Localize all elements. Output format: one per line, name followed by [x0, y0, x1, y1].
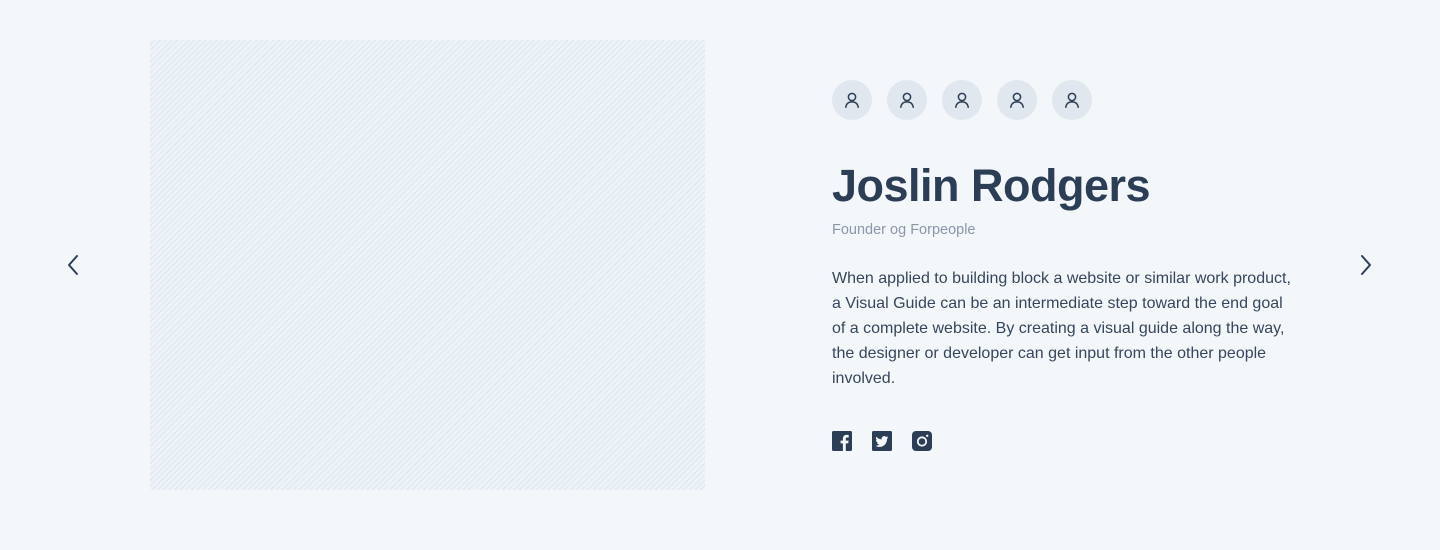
person-role: Founder og Forpeople	[832, 222, 976, 238]
twitter-icon	[872, 431, 892, 451]
avatar[interactable]	[887, 80, 927, 120]
facebook-icon	[832, 431, 852, 451]
next-button[interactable]	[1352, 251, 1380, 279]
chevron-right-icon	[1361, 255, 1371, 275]
testimonial-content: Joslin Rodgers Founder og Forpeople When…	[832, 80, 1302, 451]
user-icon	[955, 92, 969, 108]
person-name: Joslin Rodgers	[832, 160, 1151, 211]
user-icon	[900, 92, 914, 108]
testimonial-image-placeholder	[150, 40, 705, 490]
chevron-left-icon	[68, 255, 78, 275]
facebook-link[interactable]	[832, 431, 852, 451]
social-links	[832, 431, 1302, 451]
avatar-list	[832, 80, 1302, 120]
avatar[interactable]	[942, 80, 982, 120]
user-icon	[1065, 92, 1079, 108]
avatar[interactable]	[997, 80, 1037, 120]
instagram-icon	[912, 431, 932, 451]
instagram-link[interactable]	[912, 431, 932, 451]
user-icon	[1010, 92, 1024, 108]
user-icon	[845, 92, 859, 108]
avatar[interactable]	[1052, 80, 1092, 120]
avatar[interactable]	[832, 80, 872, 120]
previous-button[interactable]	[59, 251, 87, 279]
twitter-link[interactable]	[872, 431, 892, 451]
person-bio: When applied to building block a website…	[832, 270, 1291, 387]
